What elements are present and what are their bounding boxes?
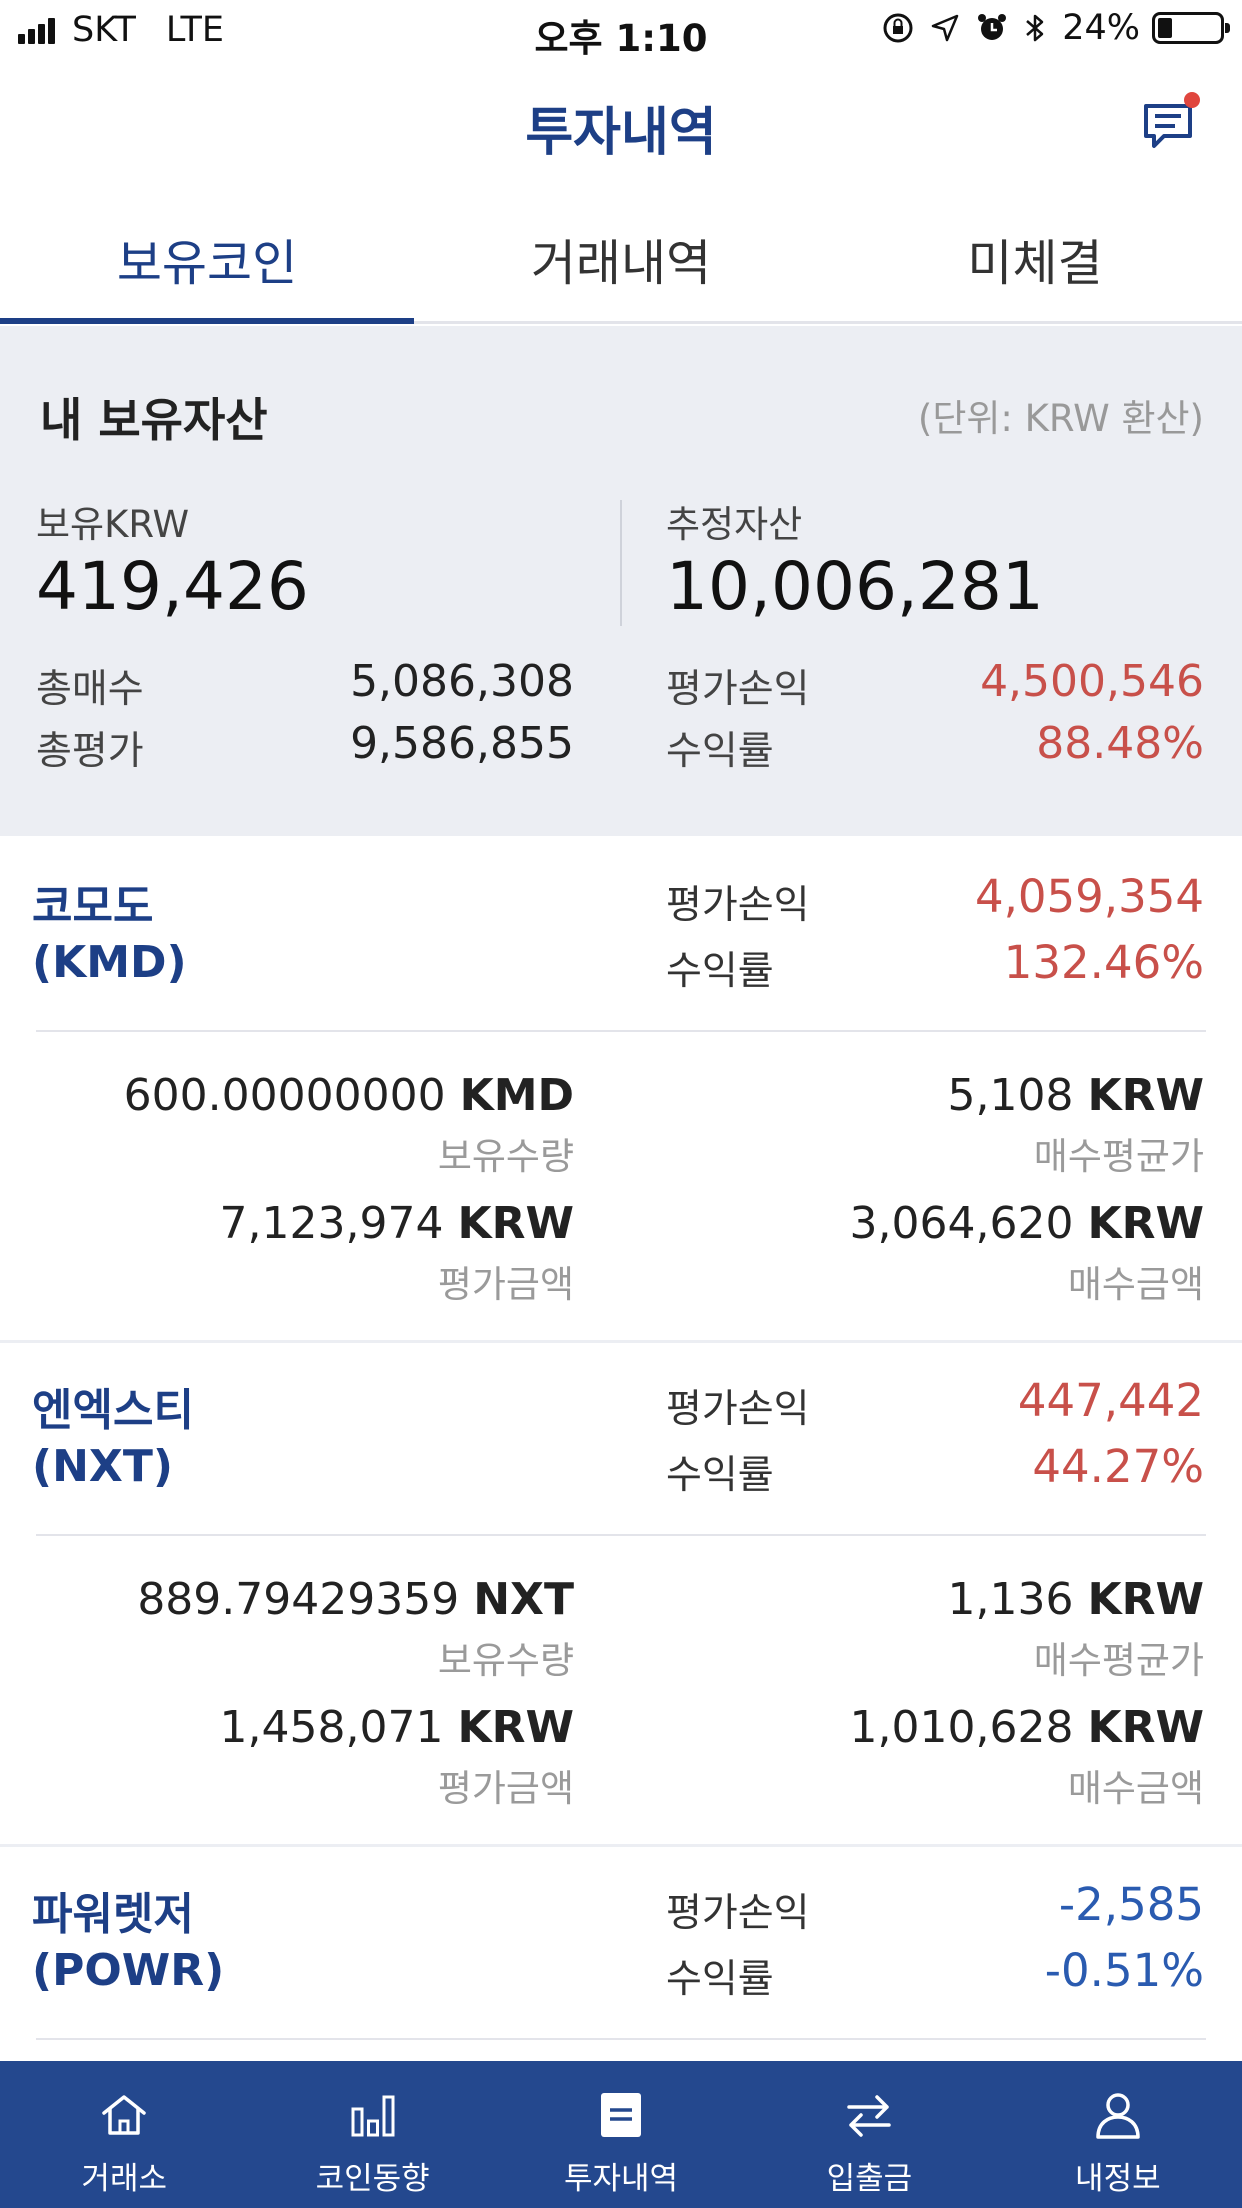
coin-divider (36, 2038, 1206, 2040)
battery-icon (1152, 12, 1230, 44)
pnl-label: 평가손익 (666, 667, 810, 712)
nav-label: 입출금 (826, 2161, 913, 2197)
alarm-icon (976, 12, 1008, 44)
estimated-asset-label: 추정자산 (666, 503, 803, 546)
coin-rate-label: 수익률 (666, 1453, 774, 1498)
coin-rate-value: 132.46% (1003, 936, 1204, 989)
nav-coin-trends[interactable]: 코인동향 (248, 2061, 496, 2208)
avg-buy-price-label: 매수평균가 (1033, 1135, 1204, 1178)
summary-title: 내 보유자산 (40, 393, 268, 447)
buy-amount-label: 매수금액 (1067, 1263, 1204, 1306)
nav-label: 코인동향 (315, 2161, 430, 2197)
transfer-icon (847, 2095, 892, 2137)
coin-symbol: (KMD) (32, 937, 187, 988)
document-icon (601, 2093, 642, 2137)
notification-dot (1184, 92, 1200, 108)
eval-amount: 1,458,071 KRW (219, 1702, 574, 1753)
rotation-lock-icon (882, 12, 914, 44)
home-icon (102, 2095, 146, 2135)
bar-chart-icon (351, 2095, 395, 2137)
rate-label: 수익률 (666, 729, 774, 774)
nav-my-info[interactable]: 내정보 (994, 2061, 1242, 2208)
summary-unit: (단위: KRW 환산) (917, 397, 1204, 440)
coin-pnl-value: -2,585 (1058, 1878, 1204, 1931)
holding-qty-label: 보유수량 (437, 1639, 574, 1682)
estimated-asset-value: 10,006,281 (666, 548, 1044, 625)
coin-item-kmd[interactable]: 코모도 (KMD) 평가손익 4,059,354 수익률 132.46% 600… (0, 836, 1242, 1342)
nav-label: 내정보 (1075, 2161, 1161, 2197)
krw-value: 419,426 (36, 548, 309, 625)
app-header: 투자내역 (0, 62, 1242, 182)
nav-exchange[interactable]: 거래소 (0, 2061, 248, 2208)
buy-amount-label: 매수금액 (1067, 1767, 1204, 1810)
coin-name: 코모도 (32, 881, 154, 932)
summary-divider (620, 500, 622, 626)
coin-pnl-value: 447,442 (1017, 1374, 1204, 1427)
status-bar: SKT LTE 오후 1:10 24% (0, 0, 1242, 62)
tab-holdings[interactable]: 보유코인 (0, 182, 414, 324)
coin-pnl-label: 평가손익 (666, 1891, 810, 1936)
coin-pnl-value: 4,059,354 (974, 870, 1204, 923)
coin-pnl-label: 평가손익 (666, 883, 810, 928)
eval-amount: 7,123,974 KRW (219, 1198, 574, 1249)
total-eval-value: 9,586,855 (350, 718, 574, 769)
holding-qty: 889.79429359 NXT (137, 1574, 574, 1625)
battery-percent: 24% (1062, 8, 1140, 48)
avg-buy-price-label: 매수평균가 (1033, 1639, 1204, 1682)
bluetooth-icon (1024, 12, 1046, 44)
holding-qty-label: 보유수량 (437, 1135, 574, 1178)
nav-investment-history[interactable]: 투자내역 (497, 2061, 745, 2208)
coin-symbol: (NXT) (32, 1441, 173, 1492)
tab-unfilled[interactable]: 미체결 (828, 182, 1242, 321)
coin-name: 파워렛저 (32, 1889, 194, 1940)
status-right: 24% (866, 8, 1230, 48)
buy-amount: 3,064,620 KRW (849, 1198, 1204, 1249)
coin-name: 엔엑스티 (32, 1385, 194, 1436)
coin-divider (36, 1030, 1206, 1032)
rate-value: 88.48% (1036, 718, 1204, 769)
coin-item-nxt[interactable]: 엔엑스티 (NXT) 평가손익 447,442 수익률 44.27% 889.7… (0, 1342, 1242, 1846)
eval-amount-label: 평가금액 (437, 1263, 574, 1306)
coin-rate-value: 44.27% (1032, 1440, 1204, 1493)
krw-label: 보유KRW (36, 503, 190, 546)
coin-rate-value: -0.51% (1044, 1944, 1204, 1997)
total-eval-label: 총평가 (36, 729, 144, 774)
user-icon (1096, 2093, 1140, 2139)
battery-tip (1225, 23, 1230, 33)
avg-buy-price: 5,108 KRW (947, 1070, 1204, 1121)
tab-trade-history[interactable]: 거래내역 (414, 182, 828, 321)
holding-qty: 600.00000000 KMD (123, 1070, 574, 1121)
coin-divider (36, 1534, 1206, 1536)
total-buy-value: 5,086,308 (350, 656, 574, 707)
coin-symbol: (POWR) (32, 1945, 225, 1996)
eval-amount-label: 평가금액 (437, 1767, 574, 1810)
tab-bar: 보유코인 거래내역 미체결 (0, 182, 1242, 324)
coin-rate-label: 수익률 (666, 1957, 774, 2002)
nav-label: 거래소 (81, 2161, 167, 2197)
location-icon (930, 13, 960, 43)
page-title: 투자내역 (525, 103, 717, 163)
nav-label: 투자내역 (563, 2161, 679, 2197)
avg-buy-price: 1,136 KRW (947, 1574, 1204, 1625)
pnl-value: 4,500,546 (980, 656, 1204, 707)
asset-summary: 내 보유자산 (단위: KRW 환산) 보유KRW 419,426 추정자산 1… (0, 326, 1242, 836)
message-button[interactable] (1140, 92, 1202, 154)
nav-deposit-withdraw[interactable]: 입출금 (745, 2061, 993, 2208)
coin-item-powr[interactable]: 파워렛저 (POWR) 평가손익 -2,585 수익률 -0.51% (0, 1846, 1242, 2061)
buy-amount: 1,010,628 KRW (849, 1702, 1204, 1753)
coin-rate-label: 수익률 (666, 949, 774, 994)
total-buy-label: 총매수 (36, 667, 144, 712)
coin-pnl-label: 평가손익 (666, 1387, 810, 1432)
bottom-nav: 거래소 코인동향 투자내역 입출금 내정보 (0, 2061, 1242, 2208)
battery-level (1158, 18, 1172, 38)
